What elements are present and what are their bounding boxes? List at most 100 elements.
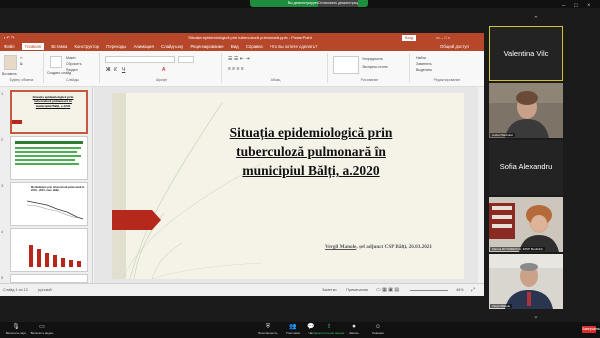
bold-icon[interactable]: Ж [106, 67, 111, 73]
video-button[interactable]: ▭ Включить видео [30, 324, 54, 335]
video-off-icon: ▭ [39, 324, 45, 330]
gallery-down-chevron-icon[interactable]: ⌄ [533, 312, 539, 320]
end-meeting-button[interactable]: Завершить [582, 326, 600, 333]
slide-thumbnail-3[interactable]: Morbiditatea prin tuberculoză pulmonară … [10, 182, 88, 226]
zoom-window: Вы демонстрируете экран Остановить демон… [0, 0, 600, 338]
security-button[interactable]: ⛨ Безопасность [256, 324, 280, 335]
participant-tile-5[interactable]: Vergil Manole [489, 254, 563, 309]
font-size-select[interactable] [178, 56, 194, 63]
ppt-status-bar: Слайд 1 из 13 русский Заметки Примечания… [0, 283, 484, 296]
section-button[interactable]: Раздел [66, 68, 78, 72]
editor-scrollbar[interactable] [478, 87, 484, 283]
fit-slide-icon[interactable]: ⤢ [471, 284, 475, 296]
slide-title[interactable]: Situația epidemiologică prin tuberculoză… [208, 123, 414, 180]
participant-label: Andrei Barbulat [490, 133, 515, 137]
font-family-select[interactable] [105, 56, 175, 63]
thumb-title: Morbiditatea prin tuberculoză pulmonară … [31, 186, 85, 193]
menu-design[interactable]: Конструктор [75, 44, 100, 49]
slide-background-art [112, 93, 263, 279]
underline-icon[interactable]: Ч [122, 67, 125, 73]
thumb-text-line [15, 147, 81, 149]
signin-button[interactable]: Вход [402, 34, 417, 41]
shapes-gallery[interactable] [333, 56, 359, 74]
record-label: Запись [349, 331, 359, 335]
participant-name: Sofia Alexandru [499, 162, 553, 171]
author-name: Vergil Manole [324, 244, 357, 250]
zoom-slider[interactable] [410, 290, 448, 291]
zoom-level[interactable]: 46% [456, 284, 464, 296]
stop-share-button[interactable]: Остановить демонстрацию [318, 0, 358, 7]
security-icon: ⛨ [265, 324, 271, 330]
ribbon-label-editing: Редактирование [433, 78, 461, 82]
language-indicator[interactable]: русский [38, 284, 52, 296]
slide-thumbnail-5[interactable] [10, 274, 88, 283]
window-title: Situația epidemiologică prin tuberculoză… [188, 35, 312, 40]
new-slide-icon[interactable] [50, 56, 62, 68]
comments-button[interactable]: Примечания [346, 284, 368, 296]
tell-me-search[interactable]: Что вы хотите сделать? [270, 44, 318, 49]
menu-help[interactable]: Справка [246, 44, 263, 49]
participant-tile-1[interactable]: Valentina Vilc [489, 26, 563, 81]
layout-button[interactable]: Макет [66, 56, 76, 60]
reactions-icon: ☺ [374, 324, 382, 330]
replace-button[interactable]: Заменить [416, 62, 432, 66]
slide-thumbnail-1[interactable]: Situația epidemiologică prin tuberculoză… [10, 90, 88, 134]
quick-styles-button[interactable]: Экспресс-стили [362, 65, 388, 69]
cut-icon[interactable]: ✂ [20, 56, 23, 60]
minimize-icon[interactable]: – [562, 3, 565, 9]
menu-slideshow[interactable]: Слайд-шоу [161, 44, 183, 49]
paste-icon[interactable] [4, 55, 17, 70]
ppt-menu-bar: Файл Главная Вставка Конструктор Переход… [0, 42, 484, 51]
slide-thumbnail-2[interactable] [10, 136, 88, 180]
thumb-title: Situația epidemiologică prin tuberculoză… [32, 95, 74, 108]
ribbon-group-editing: Найти Заменить Выделить Редактирование [412, 53, 482, 83]
close-icon[interactable]: × [587, 3, 591, 9]
window-controls-icon[interactable]: ▭ – □ × [436, 33, 450, 42]
participant-tile-4[interactable]: Marina ROTARENCO, IMSP Mediclub [489, 197, 563, 252]
arrange-button[interactable]: Упорядочить [362, 57, 383, 61]
ribbon-label-slides: Слайды [65, 78, 80, 82]
thumb-bar-chart [29, 245, 81, 267]
mute-button[interactable]: 🎙 Включить звук [4, 324, 28, 335]
menu-review[interactable]: Рецензирование [190, 44, 223, 49]
thumb-number: 2 [1, 137, 4, 142]
select-button[interactable]: Выделить [416, 68, 432, 72]
find-button[interactable]: Найти [416, 56, 426, 60]
thumb-number: 5 [1, 275, 4, 280]
menu-animations[interactable]: Анимация [134, 44, 154, 49]
thumb-text-line [15, 151, 77, 153]
ribbon-label-paragraph: Абзац [270, 78, 281, 82]
bullets-icon[interactable]: ☰ ☰ ⇤ ⇥ [228, 56, 250, 62]
notes-button[interactable]: Заметки [322, 284, 337, 296]
font-color-icon[interactable]: A [162, 67, 165, 73]
share-button[interactable]: Общий доступ [440, 42, 469, 51]
reactions-button[interactable]: ☺ Реакции [366, 324, 390, 335]
participant-tile-3[interactable]: Sofia Alexandru [489, 140, 563, 195]
ribbon-group-font: Ж К Ч A Шрифт [102, 53, 222, 83]
menu-insert[interactable]: Вставка [51, 44, 67, 49]
participant-video [489, 197, 563, 252]
slide-editor: Situația epidemiologică prin tuberculoză… [94, 87, 484, 283]
thumb-line-chart [26, 200, 84, 220]
italic-icon[interactable]: К [114, 67, 117, 73]
gallery-up-chevron-icon[interactable]: ⌃ [533, 15, 539, 23]
record-button[interactable]: ⏺ Запись [342, 324, 366, 335]
mute-label: Включить звук [5, 331, 26, 335]
menu-home[interactable]: Главная [21, 43, 45, 50]
participant-video [489, 83, 563, 138]
menu-transitions[interactable]: Переходы [106, 44, 126, 49]
copy-icon[interactable]: ⧉ [20, 62, 23, 66]
menu-view[interactable]: Вид [231, 44, 239, 49]
reset-button[interactable]: Сбросить [66, 62, 82, 66]
participant-tile-2[interactable]: Andrei Barbulat [489, 83, 563, 138]
slide-author-line[interactable]: Vergil Manole, șef adjunct CSP Bălți, 26… [325, 244, 432, 250]
maximize-icon[interactable]: □ [574, 3, 578, 9]
slide-arrow-shape [112, 210, 161, 230]
align-icon[interactable]: ≡ ≡ ≡ ≡ [228, 66, 244, 72]
save-icon[interactable]: ▪ ↶ ↷ [4, 33, 14, 42]
view-buttons-icon[interactable]: ▭ ▦ ▣ ▤ [376, 284, 399, 296]
slide-thumbnail-4[interactable] [10, 228, 88, 272]
current-slide[interactable]: Situația epidemiologică prin tuberculoză… [112, 93, 464, 279]
menu-file[interactable]: Файл [4, 44, 15, 49]
ribbon: Вставить ✂ ⧉ Буфер обмена Создать слайд … [0, 51, 484, 87]
